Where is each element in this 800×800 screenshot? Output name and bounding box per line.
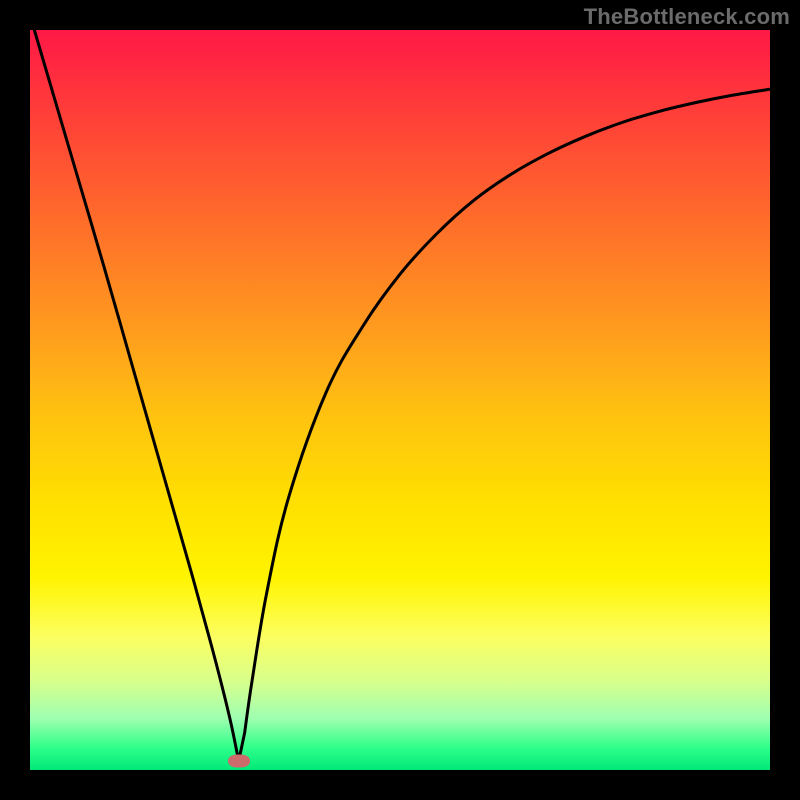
- watermark-text: TheBottleneck.com: [584, 4, 790, 30]
- curve-svg: [30, 30, 770, 770]
- optimal-point-marker: [228, 755, 250, 768]
- bottleneck-curve: [30, 30, 770, 761]
- chart-frame: TheBottleneck.com: [0, 0, 800, 800]
- plot-area: [30, 30, 770, 770]
